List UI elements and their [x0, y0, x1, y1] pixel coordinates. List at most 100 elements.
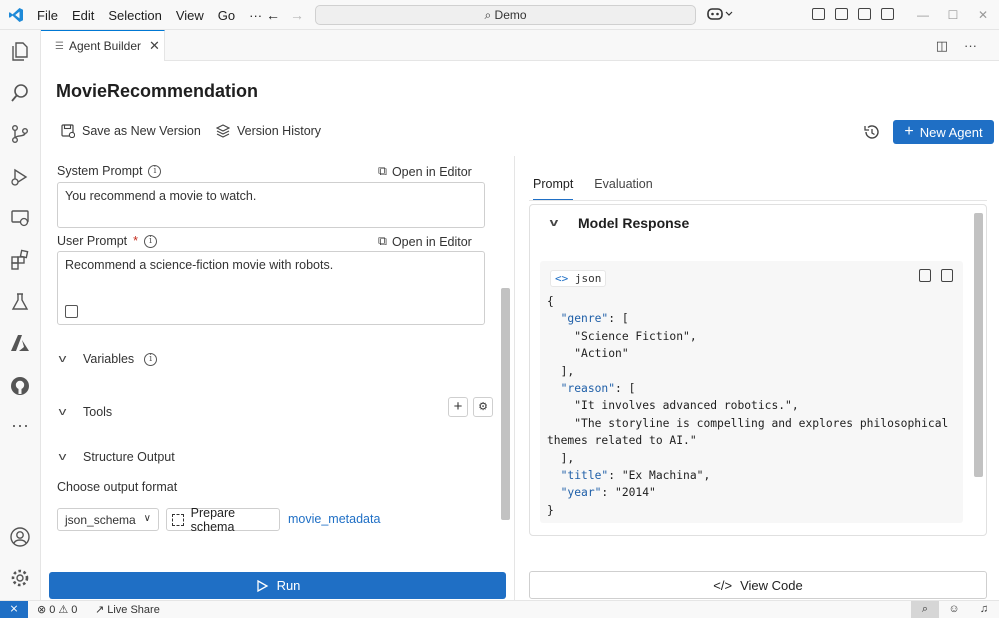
add-tool-button[interactable]: + [448, 397, 468, 417]
tab-prompt[interactable]: Prompt [533, 177, 574, 201]
version-history-button[interactable]: Version History [216, 124, 321, 138]
close-window-icon[interactable]: ✕ [968, 8, 998, 22]
forward-arrow-icon[interactable]: → [290, 7, 304, 23]
remote-indicator-icon[interactable]: ⨯ [0, 601, 28, 618]
menu-edit[interactable]: Edit [72, 8, 94, 23]
menu-go[interactable]: Go [218, 8, 235, 23]
menu-more[interactable]: ··· [249, 8, 262, 23]
variables-section[interactable]: v Variables i [59, 352, 158, 366]
user-prompt-field[interactable]: Recommend a science-fiction movie with r… [57, 251, 485, 325]
vscode-logo-icon [9, 8, 23, 22]
maximize-icon[interactable]: ☐ [938, 8, 968, 22]
tab-evaluation[interactable]: Evaluation [594, 177, 652, 201]
explorer-icon[interactable] [9, 40, 31, 62]
remote-explorer-icon[interactable] [9, 207, 31, 229]
user-prompt-label: User Prompt * i [57, 234, 158, 248]
live-share-button[interactable]: ↗ Live Share [95, 603, 160, 617]
source-control-icon[interactable] [9, 123, 31, 145]
info-icon[interactable]: i [148, 164, 162, 178]
azure-icon[interactable] [9, 332, 31, 354]
toggle-secondary-sidebar-icon[interactable] [881, 8, 894, 20]
customize-layout-icon[interactable] [812, 8, 825, 20]
system-prompt-field[interactable]: You recommend a movie to watch. [57, 182, 485, 228]
menu-selection[interactable]: Selection [108, 8, 161, 23]
response-scrollbar[interactable] [974, 213, 983, 477]
configure-tools-icon[interactable]: ⚙ [473, 397, 493, 417]
run-debug-icon[interactable] [9, 166, 31, 188]
zoom-icon[interactable]: ⌕ [911, 601, 939, 618]
agent-name: MovieRecommendation [56, 81, 259, 101]
code-key: "genre" [560, 312, 609, 326]
code-string: "It involves advanced robotics.", [574, 399, 799, 413]
attach-image-icon[interactable] [65, 305, 78, 318]
user-prompt-label-text: User Prompt [57, 234, 128, 248]
model-response-heading: Model Response [578, 215, 690, 231]
editor-tab-bar: ☰ Agent Builder ✕ ◫ ··· [41, 30, 999, 61]
code-string: themes related to AI." [547, 434, 697, 448]
search-text: Demo [494, 8, 527, 22]
info-icon[interactable]: i [144, 234, 158, 248]
copilot-status-icon[interactable]: ☺ [939, 601, 969, 618]
toggle-primary-sidebar-icon[interactable] [835, 8, 848, 20]
view-code-label: View Code [740, 577, 803, 593]
code-actions [919, 269, 953, 282]
model-response-header[interactable]: v Model Response [550, 215, 690, 231]
pane-divider[interactable] [514, 156, 515, 600]
tools-section[interactable]: v Tools [59, 405, 113, 419]
menu-bar: File Edit Selection View Go ··· [37, 0, 276, 30]
copy-icon[interactable] [919, 269, 931, 282]
view-code-button[interactable]: </> View Code [529, 571, 987, 599]
problems-indicator[interactable]: ⊗ 0 ⚠ 0 [37, 603, 77, 617]
open-in-editor-label: Open in Editor [391, 164, 472, 179]
prepare-schema-button[interactable]: Prepare schema [166, 505, 280, 534]
save-as-new-version-label: Save as New Version [82, 124, 201, 138]
command-center-search[interactable]: ⌕ Demo [315, 5, 696, 25]
code-icon: </> [713, 577, 733, 593]
system-prompt-label: System Prompt i [57, 164, 162, 178]
testing-flask-icon[interactable] [9, 291, 31, 313]
history-icon[interactable] [862, 123, 880, 141]
open-system-prompt-in-editor-button[interactable]: ⧉ Open in Editor [378, 164, 472, 179]
extensions-icon[interactable] [9, 249, 31, 271]
more-views-icon[interactable]: ··· [9, 416, 31, 438]
schema-name-link[interactable]: movie_metadata [288, 512, 380, 526]
split-editor-icon[interactable]: ◫ [936, 38, 948, 54]
accounts-icon[interactable] [9, 526, 31, 548]
tab-agent-builder[interactable]: ☰ Agent Builder ✕ [41, 30, 165, 61]
structure-output-section[interactable]: v Structure Output [59, 450, 175, 464]
github-icon[interactable] [9, 375, 31, 397]
search-view-icon[interactable] [9, 82, 31, 104]
open-in-editor-label: Open in Editor [391, 234, 472, 249]
search-icon: ⌕ [484, 8, 492, 22]
insert-into-new-file-icon[interactable] [941, 269, 953, 282]
notifications-bell-icon[interactable]: ♫ [969, 601, 999, 618]
output-format-select[interactable]: json_schema ∨ [57, 508, 159, 531]
menu-view[interactable]: View [176, 8, 204, 23]
open-in-editor-icon: ⧉ [378, 164, 387, 178]
status-bar: ⨯ ⊗ 0 ⚠ 0 ↗ Live Share ⌕ ☺ ♫ [0, 600, 999, 618]
prepare-schema-label: Prepare schema [190, 505, 236, 534]
more-actions-icon[interactable]: ··· [964, 38, 977, 54]
menu-lines-icon: ☰ [55, 40, 64, 52]
play-icon [256, 579, 268, 592]
settings-gear-icon[interactable] [9, 567, 31, 589]
toggle-panel-icon[interactable] [858, 8, 871, 20]
run-button[interactable]: Run [49, 572, 506, 599]
warning-icon: ⚠ [58, 604, 69, 616]
activity-bar: ··· [0, 30, 41, 600]
left-pane-scrollbar[interactable] [501, 288, 510, 520]
minimize-icon[interactable]: — [908, 8, 938, 22]
agent-builder-view: MovieRecommendation Save as New Version … [41, 61, 999, 600]
result-tabs: Prompt Evaluation [533, 177, 653, 201]
menu-file[interactable]: File [37, 8, 58, 23]
close-tab-icon[interactable]: ✕ [149, 38, 160, 54]
code-block: <> json { "genre": [ "Science Fiction", … [540, 261, 963, 523]
copilot-icon[interactable] [706, 6, 736, 24]
save-as-new-version-button[interactable]: Save as New Version [61, 124, 201, 138]
open-user-prompt-in-editor-button[interactable]: ⧉ Open in Editor [378, 234, 472, 249]
code-string: "Action" [574, 347, 629, 361]
new-agent-button[interactable]: + New Agent [893, 120, 994, 144]
back-arrow-icon[interactable]: ← [266, 7, 280, 23]
info-icon[interactable]: i [144, 352, 158, 366]
error-icon: ⊗ [37, 604, 47, 616]
